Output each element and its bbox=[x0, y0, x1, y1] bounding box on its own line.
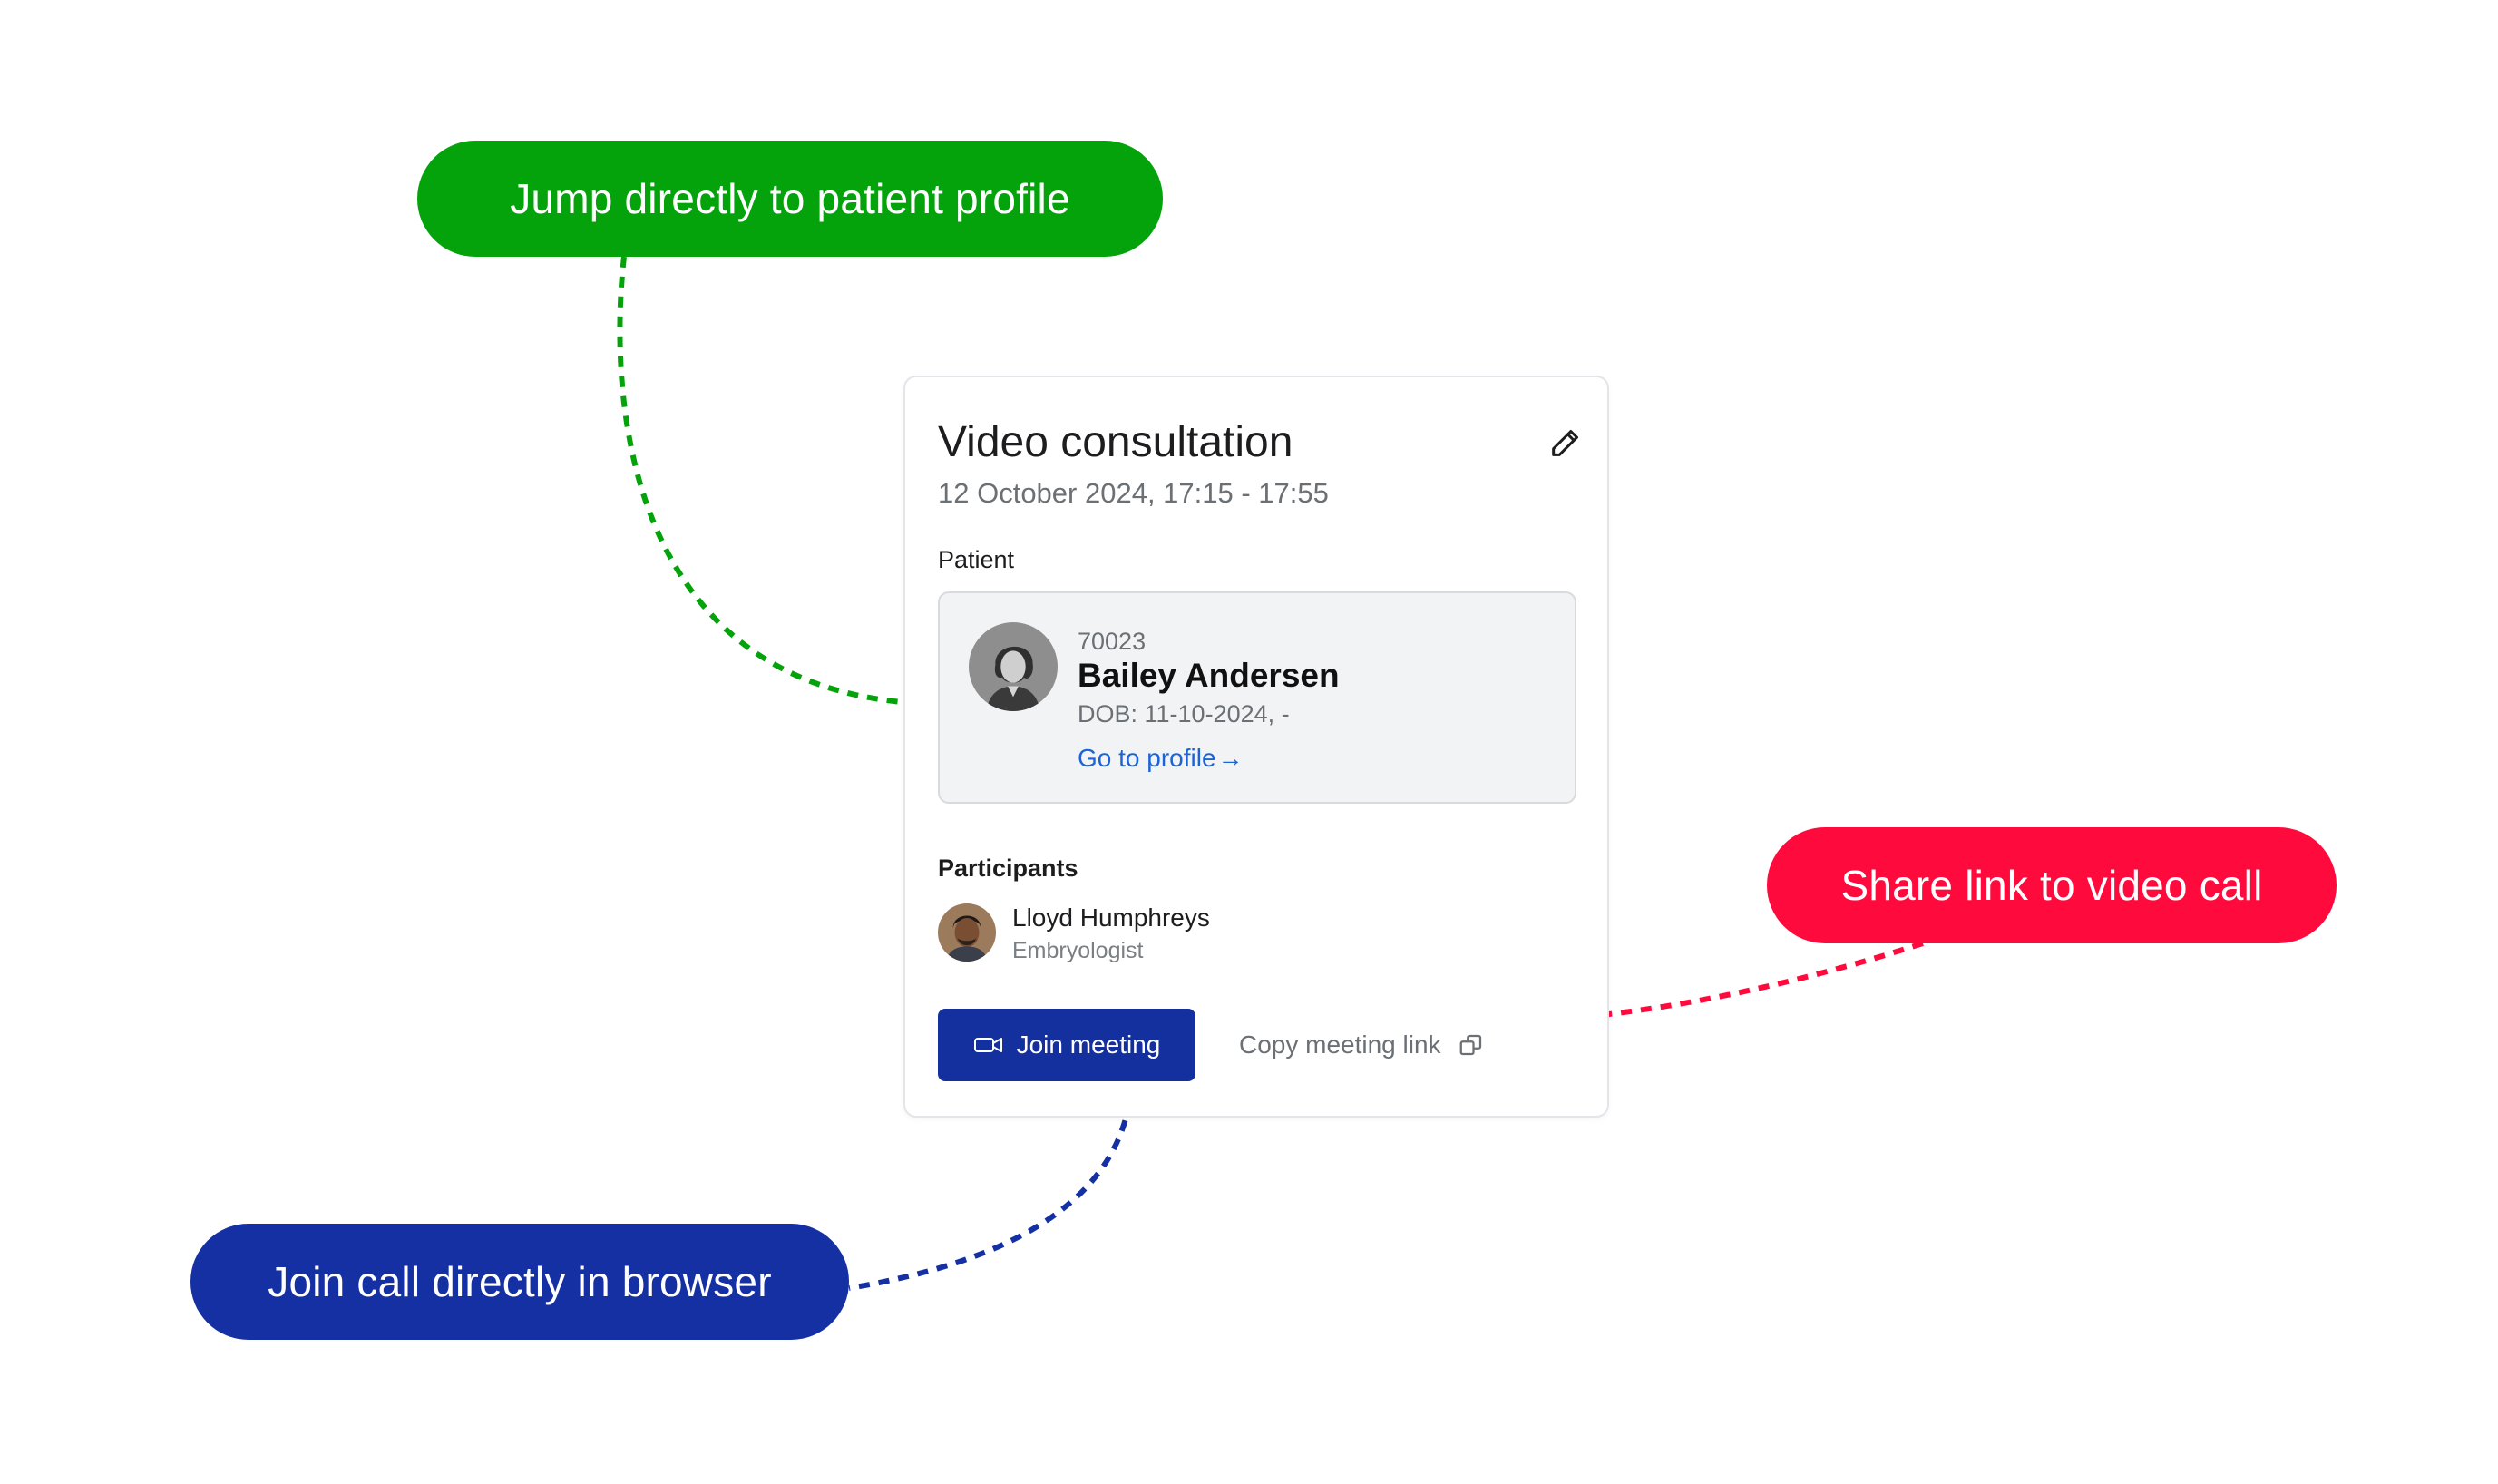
go-to-profile-label: Go to profile bbox=[1078, 744, 1216, 772]
join-meeting-button[interactable]: Join meeting bbox=[938, 1009, 1195, 1081]
patient-id: 70023 bbox=[1078, 628, 1147, 655]
copy-meeting-link-label: Copy meeting link bbox=[1239, 1030, 1441, 1059]
participant-name: Lloyd Humphreys bbox=[1012, 903, 1210, 932]
patient-avatar bbox=[969, 622, 1058, 711]
patient-name: Bailey Andersen bbox=[1078, 657, 1340, 694]
join-meeting-label: Join meeting bbox=[1016, 1030, 1161, 1059]
video-camera-icon bbox=[973, 1038, 1002, 1052]
patient-section-label: Patient bbox=[938, 546, 1015, 573]
callout-share-link: Share link to video call bbox=[1767, 827, 2337, 943]
go-to-profile-link[interactable]: Go to profile→ bbox=[1078, 744, 1244, 773]
patient-dob: DOB: 11-10-2024, - bbox=[1078, 700, 1290, 727]
participants-section-label: Participants bbox=[938, 854, 1078, 882]
copy-meeting-link-button[interactable]: Copy meeting link bbox=[1239, 1027, 1485, 1063]
edit-appointment-button[interactable] bbox=[1547, 425, 1584, 461]
profile-connector bbox=[617, 256, 937, 707]
patient-summary: 70023 Bailey Andersen DOB: 11-10-2024, -… bbox=[938, 591, 1576, 804]
pencil-icon bbox=[1552, 430, 1578, 456]
appointment-card: Video consultation 12 October 2024, 17:1… bbox=[903, 376, 1609, 1118]
callout-join-call: Join call directly in browser bbox=[190, 1224, 849, 1340]
participant-role: Embryologist bbox=[1012, 938, 1144, 963]
participant-avatar bbox=[938, 903, 996, 962]
appointment-title: Video consultation bbox=[938, 418, 1293, 466]
appointment-datetime: 12 October 2024, 17:15 - 17:55 bbox=[938, 477, 1329, 509]
arrow-right-icon: → bbox=[1217, 744, 1244, 772]
copy-icon bbox=[1459, 1034, 1481, 1056]
callout-jump-to-profile: Jump directly to patient profile bbox=[417, 141, 1163, 257]
